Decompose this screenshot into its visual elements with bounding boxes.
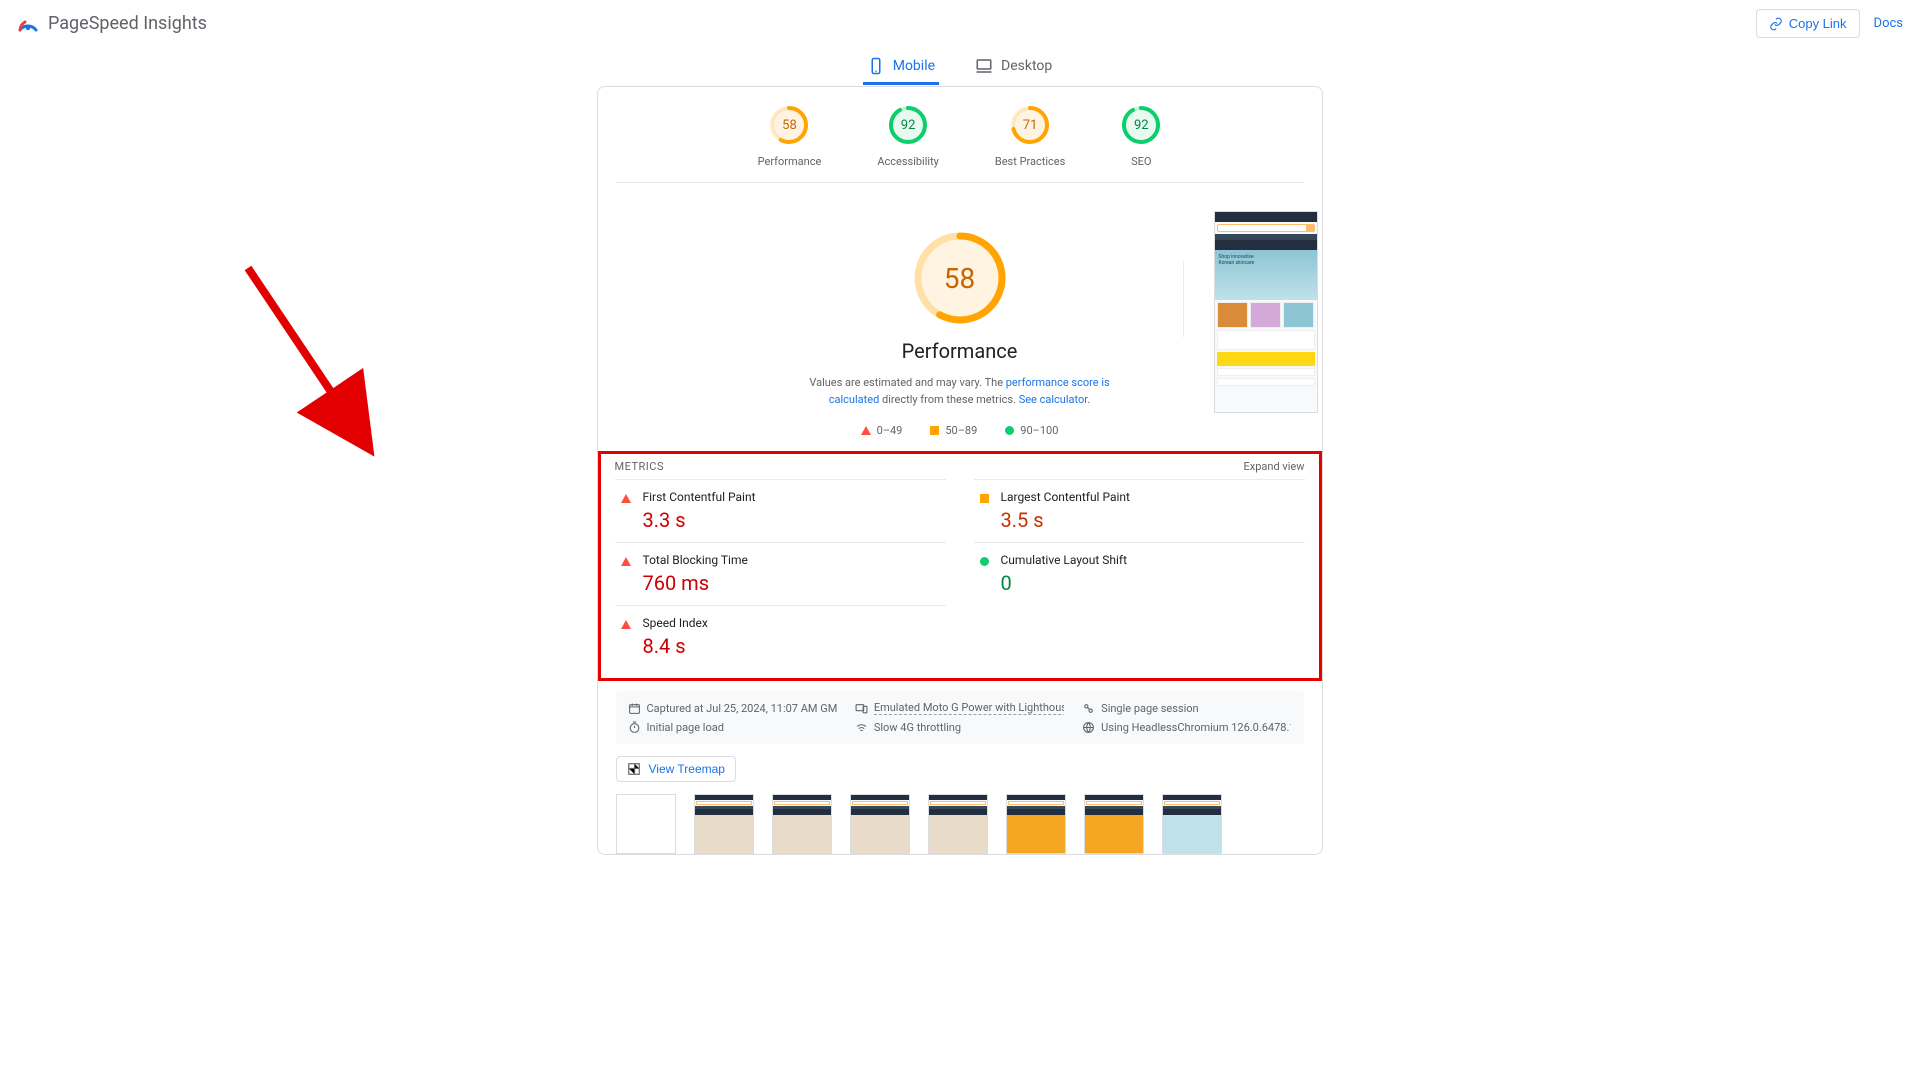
treemap-label: View Treemap	[649, 762, 725, 776]
filmstrip-thumb[interactable]	[616, 794, 676, 854]
docs-link[interactable]: Docs	[1874, 16, 1903, 31]
report-card: 58 Performance 92 Accessibility 71 Best …	[597, 86, 1323, 855]
treemap-icon	[627, 762, 641, 776]
psi-logo-icon	[16, 12, 40, 36]
gauge-performance[interactable]: 58 Performance	[758, 105, 822, 168]
mobile-icon	[867, 57, 885, 75]
fail-icon	[621, 620, 631, 629]
env-browser: Using HeadlessChromium 126.0.6478.126 wi…	[1082, 721, 1291, 734]
legend-pass-icon	[1005, 426, 1014, 435]
metric-value: 3.3 s	[643, 508, 946, 532]
performance-description: Values are estimated and may vary. The p…	[790, 375, 1130, 408]
legend-fail-icon	[861, 426, 871, 435]
final-screenshot: Shop innovativeKorean skincare	[1214, 211, 1318, 413]
gauge-seo[interactable]: 92 SEO	[1121, 105, 1161, 168]
gauge-label: Accessibility	[877, 155, 939, 168]
fail-icon	[621, 557, 631, 566]
env-captured: Captured at Jul 25, 2024, 11:07 AM GMT+3	[628, 701, 837, 715]
legend-avg-icon	[930, 426, 939, 435]
metric-first-contentful-paint[interactable]: First Contentful Paint 3.3 s	[615, 479, 946, 542]
env-load: Initial page load	[628, 721, 837, 734]
metric-speed-index[interactable]: Speed Index 8.4 s	[615, 605, 946, 668]
filmstrip-thumb[interactable]	[850, 794, 910, 854]
gauge-best-practices[interactable]: 71 Best Practices	[995, 105, 1065, 168]
link-icon	[1769, 17, 1783, 31]
average-icon	[980, 494, 989, 503]
metric-name: First Contentful Paint	[643, 490, 946, 504]
gauge-accessibility[interactable]: 92 Accessibility	[877, 105, 939, 168]
device-tabs: Mobile Desktop	[0, 48, 1919, 86]
metric-total-blocking-time[interactable]: Total Blocking Time 760 ms	[615, 542, 946, 605]
gauge-score: 92	[1121, 105, 1161, 145]
metric-cumulative-layout-shift[interactable]: Cumulative Layout Shift 0	[974, 542, 1305, 605]
gauge-score: 71	[1010, 105, 1050, 145]
wifi-icon	[855, 721, 868, 734]
metrics-section: METRICS Expand view First Contentful Pai…	[598, 451, 1322, 681]
metric-value: 3.5 s	[1001, 508, 1305, 532]
calendar-icon	[628, 702, 641, 715]
env-session: Single page session	[1082, 701, 1291, 715]
desktop-icon	[975, 57, 993, 75]
expand-view-toggle[interactable]: Expand view	[1244, 460, 1305, 473]
see-calculator-link[interactable]: See calculator	[1019, 393, 1088, 406]
gauge-score: 92	[888, 105, 928, 145]
metric-name: Speed Index	[643, 616, 946, 630]
gauge-label: Best Practices	[995, 155, 1065, 168]
session-icon	[1082, 702, 1095, 715]
metric-value: 0	[1001, 571, 1305, 595]
filmstrip-thumb[interactable]	[694, 794, 754, 854]
metric-value: 760 ms	[643, 571, 946, 595]
tab-desktop[interactable]: Desktop	[971, 48, 1056, 85]
gauge-score: 58	[769, 105, 809, 145]
annotation-arrow	[240, 260, 400, 480]
performance-title: Performance	[902, 339, 1018, 363]
pass-icon	[980, 557, 989, 566]
tab-mobile[interactable]: Mobile	[863, 48, 939, 85]
tab-mobile-label: Mobile	[893, 58, 935, 74]
topbar: PageSpeed Insights Copy Link Docs	[0, 0, 1919, 48]
globe-icon	[1082, 721, 1095, 734]
performance-big-gauge: 58	[913, 231, 1007, 325]
gauge-label: SEO	[1131, 155, 1151, 168]
tab-desktop-label: Desktop	[1001, 58, 1052, 74]
category-gauges: 58 Performance 92 Accessibility 71 Best …	[616, 105, 1304, 183]
copy-link-label: Copy Link	[1789, 16, 1847, 31]
filmstrip-thumb[interactable]	[1084, 794, 1144, 854]
filmstrip	[598, 794, 1322, 854]
big-gauge-score: 58	[913, 231, 1007, 325]
filmstrip-thumb[interactable]	[1162, 794, 1222, 854]
filmstrip-thumb[interactable]	[928, 794, 988, 854]
devices-icon	[855, 702, 868, 715]
metric-name: Largest Contentful Paint	[1001, 490, 1305, 504]
metrics-title: METRICS	[615, 460, 665, 473]
app-title: PageSpeed Insights	[48, 13, 207, 34]
timer-icon	[628, 721, 641, 734]
copy-link-button[interactable]: Copy Link	[1756, 9, 1860, 38]
view-treemap-button[interactable]: View Treemap	[616, 756, 736, 782]
filmstrip-thumb[interactable]	[1006, 794, 1066, 854]
env-device: Emulated Moto G Power with Lighthouse 12…	[855, 701, 1064, 715]
fail-icon	[621, 494, 631, 503]
metric-value: 8.4 s	[643, 634, 946, 658]
metric-name: Cumulative Layout Shift	[1001, 553, 1305, 567]
metric-name: Total Blocking Time	[643, 553, 946, 567]
score-legend: 0–49 50–89 90–100	[861, 424, 1059, 437]
env-throttle: Slow 4G throttling	[855, 721, 1064, 734]
filmstrip-thumb[interactable]	[772, 794, 832, 854]
metric-largest-contentful-paint[interactable]: Largest Contentful Paint 3.5 s	[974, 479, 1305, 542]
gauge-label: Performance	[758, 155, 822, 168]
environment-info: Captured at Jul 25, 2024, 11:07 AM GMT+3…	[616, 691, 1304, 744]
